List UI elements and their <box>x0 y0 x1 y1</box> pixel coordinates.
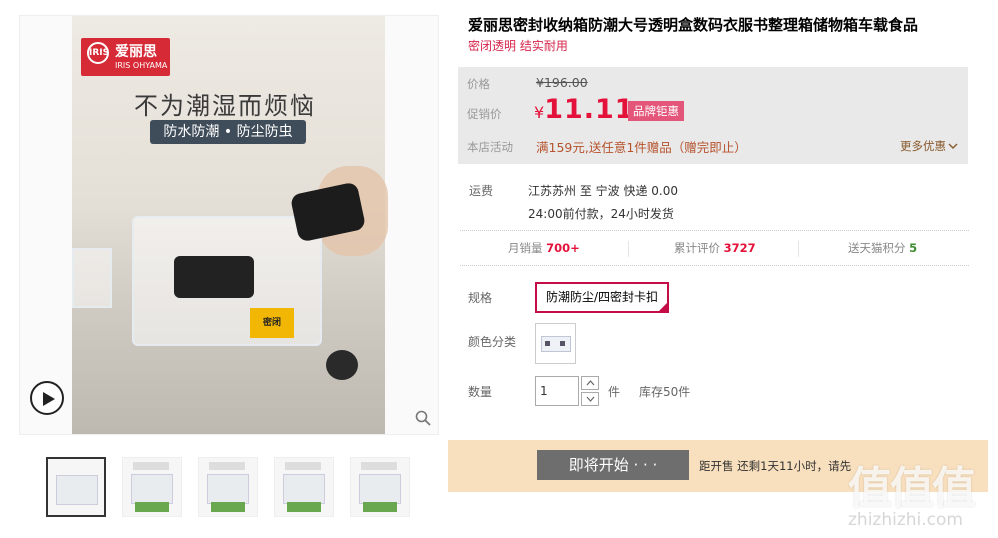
more-offers-label: 更多优惠 <box>900 139 946 153</box>
sales-stats-bar: 月销量 700+ 累计评价 3727 送天猫积分 5 <box>460 230 969 266</box>
quantity-unit: 件 <box>608 385 621 399</box>
box-label: 密闭 <box>250 308 294 338</box>
product-photo: 密闭 IRIS 爱丽思 IRIS OHYAMA 不为潮湿而烦恼 防水防潮 • 防… <box>72 16 388 434</box>
current-price: ¥11.11 <box>534 94 635 125</box>
quantity-input[interactable] <box>535 376 579 406</box>
main-product-image[interactable]: 密闭 IRIS 爱丽思 IRIS OHYAMA 不为潮湿而烦恼 防水防潮 • 防… <box>19 15 439 435</box>
image-tagline: 防水防潮 • 防尘防虫 <box>150 120 306 144</box>
price-label: 价格 <box>467 77 490 91</box>
monthly-sales: 月销量 700+ <box>508 240 580 256</box>
thumbnail-1[interactable] <box>46 457 106 517</box>
currency-symbol: ¥ <box>534 103 545 122</box>
tmall-points-value: 5 <box>909 241 918 255</box>
shipping-dispatch: 24:00前付款，24小时发货 <box>528 207 674 221</box>
brand-logo: IRIS 爱丽思 IRIS OHYAMA <box>81 38 170 76</box>
zoom-button[interactable] <box>415 410 431 430</box>
promo-badge: 品牌钜惠 <box>628 101 684 121</box>
speaker <box>326 350 358 380</box>
selected-check-icon <box>658 302 669 312</box>
play-video-button[interactable] <box>30 381 64 415</box>
tmall-points-label: 送天猫积分 <box>848 241 906 255</box>
price-panel: 价格 ¥196.00 促销价 ¥11.11 品牌钜惠 本店活动 满159元,送任… <box>458 67 968 164</box>
spec-option-text: 防潮防尘/四密封卡扣 <box>546 290 659 304</box>
shop-activity-label: 本店活动 <box>467 140 513 154</box>
brand-name-cn: 爱丽思 <box>115 44 157 60</box>
shipping-label: 运费 <box>469 184 494 198</box>
thumbnail-3[interactable] <box>198 457 258 517</box>
thumbnail-2[interactable] <box>122 457 182 517</box>
camera-in-box <box>174 256 254 298</box>
chevron-down-icon <box>586 396 595 402</box>
play-icon <box>43 392 55 406</box>
promo-price-label: 促销价 <box>467 107 502 121</box>
watermark-logo: 值值值 <box>848 463 976 514</box>
quantity-label: 数量 <box>468 385 493 399</box>
color-option-swatch[interactable] <box>535 323 576 364</box>
monthly-sales-value: 700+ <box>546 241 580 255</box>
background-box <box>72 248 112 308</box>
review-count-value: 3727 <box>723 241 756 255</box>
magnifier-icon <box>415 410 431 426</box>
chevron-down-icon <box>948 143 958 149</box>
watermark-site: zhizhizhi.com <box>848 510 963 530</box>
brand-logo-mark: IRIS <box>87 42 109 64</box>
monthly-sales-label: 月销量 <box>508 241 543 255</box>
thumbnail-5[interactable] <box>350 457 410 517</box>
review-count-label: 累计评价 <box>674 241 720 255</box>
spec-label: 规格 <box>468 291 493 305</box>
more-offers-link[interactable]: 更多优惠 <box>900 138 958 154</box>
stock-count: 库存50件 <box>639 385 691 399</box>
quantity-increase-button[interactable] <box>581 376 599 390</box>
sale-countdown: 距开售 还剩1天11小时，请先 <box>699 459 852 473</box>
current-price-value: 11.11 <box>544 94 635 125</box>
image-slogan: 不为潮湿而烦恼 <box>134 92 316 120</box>
stats-divider <box>798 241 799 257</box>
shop-activity-text: 满159元,送任意1件赠品（赠完即止） <box>536 140 747 155</box>
product-title: 爱丽思密封收纳箱防潮大号透明盒数码衣服书整理箱储物箱车载食品 <box>468 16 919 34</box>
original-price: ¥196.00 <box>536 75 588 90</box>
chevron-up-icon <box>586 380 595 386</box>
tmall-points: 送天猫积分 5 <box>848 240 917 256</box>
quantity-decrease-button[interactable] <box>581 392 599 406</box>
product-subtitle: 密闭透明 结实耐用 <box>468 39 568 53</box>
shipping-route[interactable]: 江苏苏州 至 宁波 快递 0.00 <box>528 182 678 199</box>
coming-soon-button[interactable]: 即将开始 · · · <box>537 450 689 480</box>
brand-name-en: IRIS OHYAMA <box>115 61 168 70</box>
review-count[interactable]: 累计评价 3727 <box>674 240 756 256</box>
stats-divider <box>628 241 629 257</box>
color-label: 颜色分类 <box>468 335 517 349</box>
thumbnail-4[interactable] <box>274 457 334 517</box>
spec-option-selected[interactable]: 防潮防尘/四密封卡扣 <box>535 282 670 313</box>
